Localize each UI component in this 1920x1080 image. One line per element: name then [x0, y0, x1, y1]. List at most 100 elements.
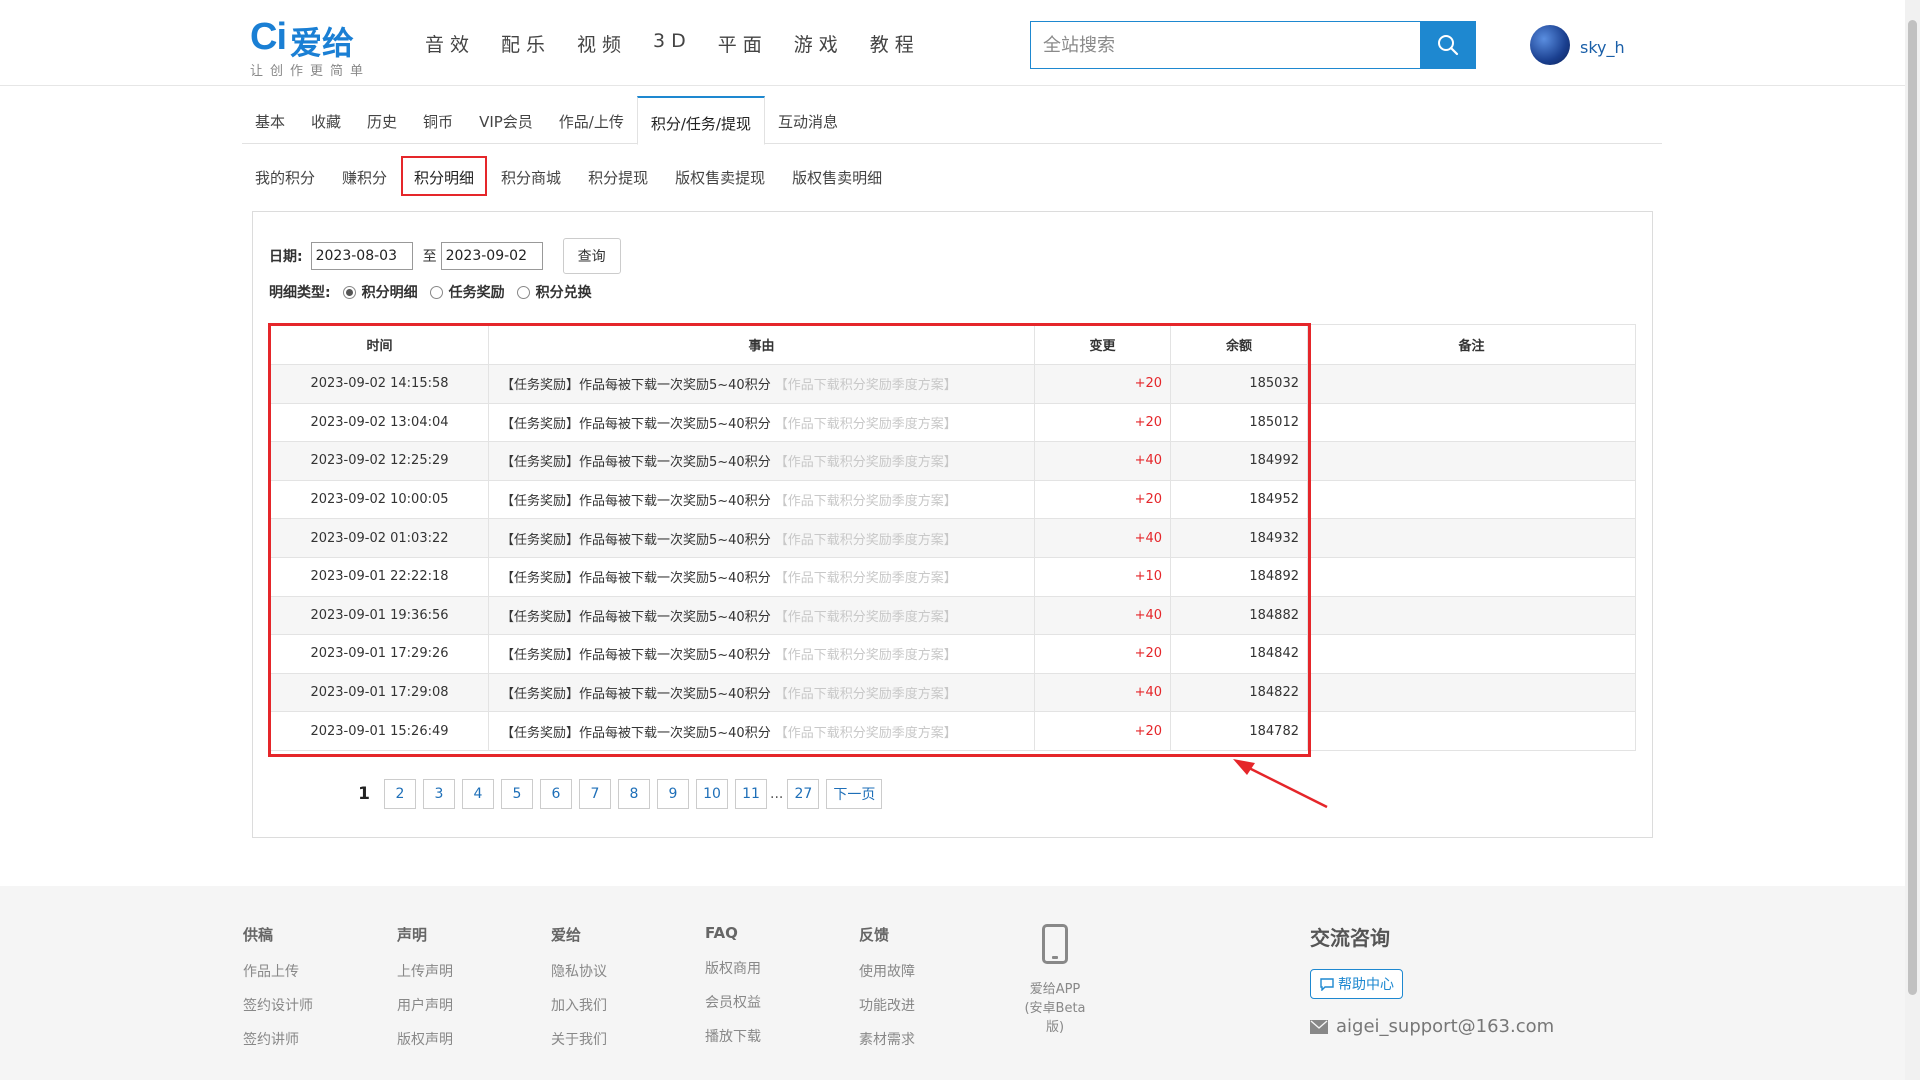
col-header-change: 变更	[1034, 324, 1171, 365]
cell-note	[1307, 672, 1636, 713]
date-separator: 至	[422, 249, 437, 265]
cell-note	[1307, 479, 1636, 520]
account-tabs: 基本 收藏 历史 铜币 VIP会员 作品/上传 积分/任务/提现 互动消息	[242, 96, 1662, 145]
subtab-earn-points[interactable]: 赚积分	[329, 156, 400, 196]
reason-plan-link[interactable]: 【作品下载积分奖励季度方案】	[775, 726, 957, 741]
contact-title: 交流咨询	[1310, 926, 1390, 950]
reason-plan-link[interactable]: 【作品下载积分奖励季度方案】	[775, 494, 957, 509]
footer-link[interactable]: 功能改进	[859, 995, 915, 1015]
subtab-points-withdraw[interactable]: 积分提现	[575, 156, 661, 196]
support-email[interactable]: aigei_support@163.com	[1310, 1016, 1554, 1037]
tab-history[interactable]: 历史	[354, 96, 410, 144]
support-email-text: aigei_support@163.com	[1336, 1016, 1555, 1037]
radio-points-detail[interactable]	[342, 285, 356, 299]
nav-item-music[interactable]: 配乐	[501, 30, 551, 57]
footer-link[interactable]: 用户声明	[397, 995, 453, 1015]
reason-plan-link[interactable]: 【作品下载积分奖励季度方案】	[775, 571, 957, 586]
nav-item-3d[interactable]: 3D	[653, 30, 692, 57]
page-link-6[interactable]: 6	[540, 779, 572, 809]
reason-plan-link[interactable]: 【作品下载积分奖励季度方案】	[775, 455, 957, 470]
subtab-my-points[interactable]: 我的积分	[242, 156, 328, 196]
subtab-points-mall[interactable]: 积分商城	[488, 156, 574, 196]
cell-note	[1307, 595, 1636, 636]
footer-link[interactable]: 播放下载	[705, 1026, 761, 1046]
footer-link[interactable]: 版权声明	[397, 1029, 453, 1049]
cell-change: +20	[1034, 402, 1171, 443]
next-page-button[interactable]: 下一页	[826, 779, 883, 809]
date-to-field[interactable]	[440, 242, 543, 270]
reason-plan-link[interactable]: 【作品下载积分奖励季度方案】	[775, 687, 957, 702]
search-box	[1030, 21, 1476, 69]
page-link-last[interactable]: 27	[787, 779, 820, 809]
query-button[interactable]: 查询	[562, 238, 621, 274]
nav-item-tutorials[interactable]: 教程	[870, 30, 920, 57]
points-detail-panel: 日期: 至 查询 明细类型: 积分明细 任务奖励 积分兑换 时间 事由 变更 余…	[252, 211, 1653, 838]
table-row: 2023-09-01 19:36:56 【任务奖励】作品每被下载一次奖励5~40积…	[270, 595, 1636, 636]
tab-coins[interactable]: 铜币	[410, 96, 466, 144]
username[interactable]: sky_h	[1580, 38, 1625, 57]
subtab-copyright-detail[interactable]: 版权售卖明细	[779, 156, 895, 196]
page-link-5[interactable]: 5	[501, 779, 533, 809]
tab-points-tasks-withdraw[interactable]: 积分/任务/提现	[636, 96, 765, 145]
nav-item-video[interactable]: 视频	[577, 30, 627, 57]
footer-col-statement: 声明 上传声明 用户声明 版权声明	[397, 924, 453, 1063]
phone-icon	[1042, 924, 1068, 964]
nav-item-sound-effects[interactable]: 音效	[425, 30, 475, 57]
scrollbar-thumb[interactable]	[1908, 20, 1917, 995]
footer-link[interactable]: 加入我们	[551, 995, 607, 1015]
col-header-note: 备注	[1307, 324, 1636, 365]
site-logo[interactable]: Ci 爱给 让创作更简单	[250, 16, 390, 80]
avatar[interactable]	[1530, 25, 1570, 65]
main-nav: 音效 配乐 视频 3D 平面 游戏 教程	[425, 30, 946, 57]
footer-link[interactable]: 素材需求	[859, 1029, 915, 1049]
nav-item-games[interactable]: 游戏	[794, 30, 844, 57]
reason-plan-link[interactable]: 【作品下载积分奖励季度方案】	[775, 533, 957, 548]
page-link-11[interactable]: 11	[735, 779, 767, 809]
footer-link[interactable]: 上传声明	[397, 961, 453, 981]
cell-reason: 【任务奖励】作品每被下载一次奖励5~40积分 【作品下载积分奖励季度方案】	[488, 364, 1035, 404]
footer-link[interactable]: 使用故障	[859, 961, 915, 981]
date-from-field[interactable]	[310, 242, 413, 270]
tab-basic[interactable]: 基本	[242, 96, 298, 144]
app-download[interactable]: 爱给APP (安卓Beta版)	[1020, 924, 1090, 1035]
page-scrollbar[interactable]	[1905, 0, 1920, 1080]
footer-link[interactable]: 签约设计师	[243, 995, 313, 1015]
cell-reason: 【任务奖励】作品每被下载一次奖励5~40积分 【作品下载积分奖励季度方案】	[488, 479, 1035, 520]
cell-reason: 【任务奖励】作品每被下载一次奖励5~40积分 【作品下载积分奖励季度方案】	[488, 402, 1035, 443]
page-link-10[interactable]: 10	[696, 779, 728, 809]
reason-text: 【任务奖励】作品每被下载一次奖励5~40积分	[501, 571, 771, 587]
footer-link[interactable]: 版权商用	[705, 958, 761, 978]
page-link-8[interactable]: 8	[618, 779, 650, 809]
search-button[interactable]	[1420, 22, 1475, 68]
tab-works-upload[interactable]: 作品/上传	[546, 96, 637, 144]
footer-link[interactable]: 签约讲师	[243, 1029, 313, 1049]
footer-link[interactable]: 隐私协议	[551, 961, 607, 981]
chat-icon	[1320, 978, 1334, 991]
reason-plan-link[interactable]: 【作品下载积分奖励季度方案】	[775, 417, 957, 432]
points-subtabs: 我的积分 赚积分 积分明细 积分商城 积分提现 版权售卖提现 版权售卖明细	[242, 156, 896, 196]
nav-item-graphics[interactable]: 平面	[718, 30, 768, 57]
reason-plan-link[interactable]: 【作品下载积分奖励季度方案】	[775, 610, 957, 625]
search-input[interactable]	[1031, 22, 1420, 68]
help-center-button[interactable]: 帮助中心	[1310, 969, 1403, 999]
tab-vip[interactable]: VIP会员	[466, 96, 546, 144]
app-sublabel: (安卓Beta版)	[1024, 1001, 1086, 1035]
subtab-points-detail[interactable]: 积分明细	[401, 156, 488, 196]
reason-plan-link[interactable]: 【作品下载积分奖励季度方案】	[775, 648, 957, 663]
reason-plan-link[interactable]: 【作品下载积分奖励季度方案】	[775, 378, 957, 393]
footer-link[interactable]: 关于我们	[551, 1029, 607, 1049]
table-header-row: 时间 事由 变更 余额 备注	[270, 324, 1636, 365]
radio-points-exchange[interactable]	[516, 285, 530, 299]
footer-link[interactable]: 会员权益	[705, 992, 761, 1012]
cell-change: +20	[1034, 479, 1171, 520]
tab-messages[interactable]: 互动消息	[765, 96, 851, 144]
page-link-2[interactable]: 2	[384, 779, 416, 809]
radio-task-reward[interactable]	[429, 285, 443, 299]
page-link-7[interactable]: 7	[579, 779, 611, 809]
subtab-copyright-withdraw[interactable]: 版权售卖提现	[662, 156, 778, 196]
footer-link[interactable]: 作品上传	[243, 961, 313, 981]
page-link-4[interactable]: 4	[462, 779, 494, 809]
page-link-3[interactable]: 3	[423, 779, 455, 809]
tab-favorites[interactable]: 收藏	[298, 96, 354, 144]
page-link-9[interactable]: 9	[657, 779, 689, 809]
